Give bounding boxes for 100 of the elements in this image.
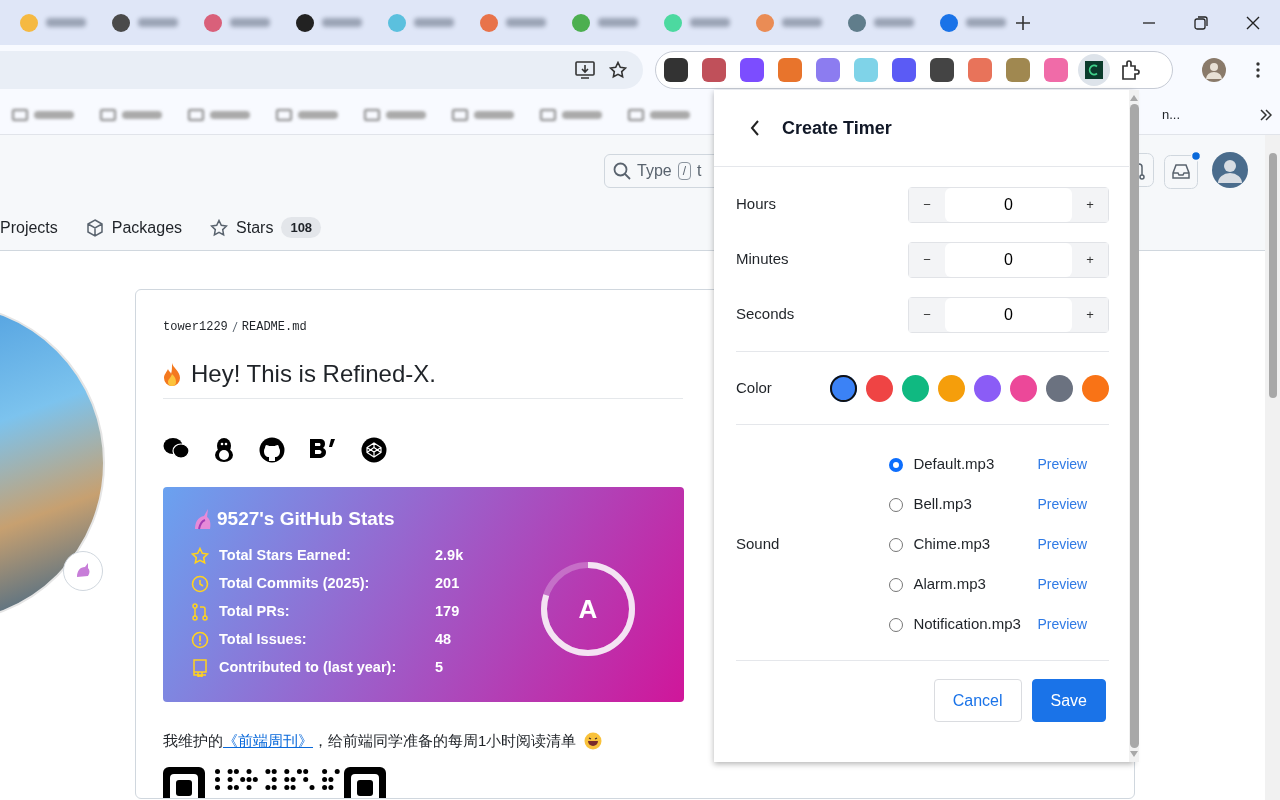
status-badge-icon[interactable] [63,551,103,591]
radio-button[interactable] [889,457,904,472]
number-stepper[interactable]: − 0 + [908,186,1109,223]
save-button[interactable]: Save [1031,679,1106,722]
field-label: Sound [736,534,780,555]
popup-scrollbar[interactable] [1129,90,1139,762]
cube-circle-icon[interactable] [361,437,387,463]
star-icon [191,546,209,565]
color-swatch[interactable] [902,374,929,402]
bookmark-label[interactable]: n... [1162,104,1181,125]
field-label: Color [736,377,773,398]
stat-value: 201 [435,573,460,593]
sound-name: Bell.mp3 [913,494,973,515]
repo-book-icon [191,658,209,677]
number-input[interactable]: 0 [945,297,1072,332]
stat-value: 5 [435,657,444,677]
stat-value: 179 [435,601,460,621]
timer-extension-icon[interactable] [1078,54,1110,86]
b-prime-icon[interactable] [309,437,337,461]
preview-link[interactable]: Preview [1037,574,1088,595]
install-icon[interactable] [575,61,595,79]
readme-heading: Hey! This is Refined-X. [191,359,436,389]
history-icon [191,574,209,593]
field-label: Hours [736,194,776,215]
github-icon[interactable] [259,437,285,463]
cancel-button[interactable]: Cancel [933,679,1022,722]
radio-button[interactable] [889,617,904,632]
preview-link[interactable]: Preview [1037,454,1088,475]
tab-favicon[interactable] [112,13,130,32]
penguin-icon[interactable] [213,437,235,463]
profile-avatar-icon[interactable] [1202,58,1226,82]
stat-label: Total PRs: [219,601,291,621]
stat-value: 48 [435,629,452,649]
slash-divider-icon [231,320,238,333]
number-stepper[interactable]: − 0 + [908,241,1109,278]
stat-value: 2.9k [435,545,464,565]
puzzle-icon[interactable] [1120,59,1142,81]
nav-tab[interactable]: Projects [0,215,58,240]
preview-link[interactable]: Preview [1037,534,1088,555]
sound-name: Alarm.mp3 [913,574,987,595]
rank-grade: A [577,593,599,626]
pull-request-icon [191,602,209,621]
extension-icon[interactable] [930,58,954,82]
field-label: Minutes [736,249,789,270]
new-tab-icon[interactable] [1016,15,1030,30]
stat-label: Total Stars Earned: [219,545,352,565]
color-swatch[interactable] [1082,374,1109,402]
close-icon[interactable] [1246,15,1260,30]
preview-link[interactable]: Preview [1037,614,1088,635]
shortcut-key: / [677,162,692,180]
counter: 108 [281,216,322,239]
flame-icon [163,362,181,386]
sound-name: Chime.mp3 [913,534,992,555]
qr-code-icon [163,766,388,798]
radio-button[interactable] [889,497,904,512]
file-name[interactable]: README.md [241,320,307,334]
restore-icon[interactable] [1194,15,1208,30]
scroll-down-icon[interactable] [1129,750,1139,758]
tab-favicon[interactable] [296,13,314,32]
grinning-face-icon [584,732,603,751]
radio-button[interactable] [889,537,904,552]
search-icon [613,162,631,180]
sound-name: Default.mp3 [913,454,996,475]
user-avatar-icon[interactable] [1212,152,1248,188]
stat-label: Total Commits (2025): [219,573,371,593]
popup-title: Create Timer [782,116,892,140]
star-icon [210,218,229,237]
inbox-icon[interactable] [1164,151,1202,189]
preview-link[interactable]: Preview [1037,494,1088,515]
search-placeholder: Type [637,161,672,181]
number-input[interactable]: 0 [945,187,1072,222]
nav-tab[interactable]: Packages [111,215,183,240]
star-icon[interactable] [609,61,627,79]
chat-bubbles-icon[interactable] [163,437,189,459]
color-swatch[interactable] [830,374,857,402]
number-stepper[interactable]: − 0 + [908,296,1109,333]
color-swatch[interactable] [1046,374,1073,402]
number-input[interactable]: 0 [945,242,1072,277]
more-menu-icon[interactable] [1256,62,1260,78]
extension-icon[interactable] [664,58,688,82]
color-swatch[interactable] [866,374,893,402]
stat-label: Total Issues: [219,629,308,649]
repo-owner[interactable]: tower1229 [163,320,228,334]
field-label: Seconds [736,304,795,325]
nav-tab[interactable]: Stars [236,215,274,240]
color-swatch[interactable] [1010,374,1037,402]
newsletter-link[interactable]: 《前端周刊》 [223,732,313,749]
stat-label: Contributed to (last year): [219,657,398,677]
color-swatch[interactable] [938,374,965,402]
stats-title: 9527's GitHub Stats [217,507,395,531]
package-icon [85,218,104,237]
chevron-double-right-icon[interactable] [1260,108,1273,121]
readme-sentence: 我维护的《前端周刊》，给前端同学准备的每周1小时阅读清单 [163,731,577,751]
back-icon[interactable] [750,120,760,136]
radio-button[interactable] [889,577,904,592]
alert-circle-icon [191,630,209,649]
color-swatch[interactable] [974,374,1001,402]
page-scrollbar[interactable] [1265,135,1280,800]
sound-name: Notification.mp3 [913,614,1022,635]
search-placeholder: t [697,161,702,181]
